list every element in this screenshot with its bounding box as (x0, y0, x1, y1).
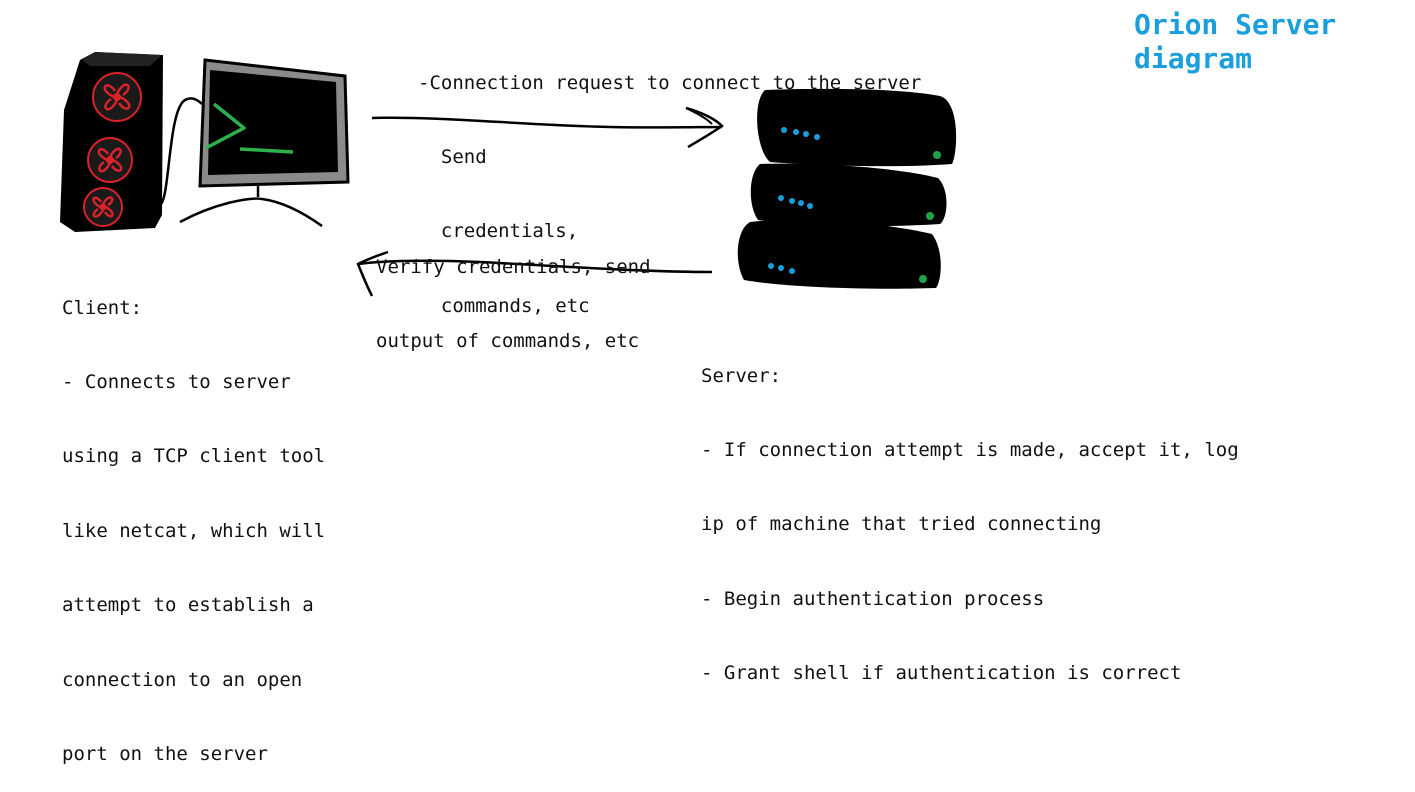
status-led-icon (933, 151, 941, 159)
monitor-icon (179, 58, 350, 228)
fan-icon (83, 187, 123, 227)
server-line: - Grant shell if authentication is corre… (701, 662, 1182, 685)
server-line: - Begin authentication process (701, 587, 1045, 610)
client-line: using a TCP client tool (62, 445, 326, 468)
server-line: - If connection attempt is made, accept … (701, 438, 1239, 461)
request-label-line: -Connection request to connect to the se… (418, 71, 922, 94)
status-led-icon (926, 212, 934, 220)
request-label-line: Send (418, 145, 487, 168)
response-label: Verify credentials, send output of comma… (376, 205, 651, 379)
client-line: port on the server (62, 742, 268, 765)
client-line: connection to an open (62, 668, 303, 691)
response-label-line: Verify credentials, send (376, 255, 651, 278)
client-line: like netcat, which will (62, 519, 326, 542)
server-description: Server: - If connection attempt is made,… (701, 314, 1239, 711)
client-line: - Connects to server (62, 370, 291, 393)
title-line: diagram (1134, 42, 1253, 75)
fan-icon (87, 137, 133, 183)
client-line: Client: (62, 296, 143, 319)
client-description: Client: - Connects to server using a TCP… (62, 246, 325, 792)
server-line: ip of machine that tried connecting (701, 513, 1102, 536)
response-label-line: output of commands, etc (376, 329, 640, 352)
client-line: attempt to establish a (62, 594, 314, 617)
cable-line (159, 97, 203, 207)
server-line: Server: (701, 364, 782, 387)
title-line: Orion Server (1134, 8, 1337, 41)
diagram-title: Orion Server diagram (1134, 8, 1336, 76)
fan-icon (92, 72, 142, 122)
computer-tower-icon (60, 52, 163, 232)
